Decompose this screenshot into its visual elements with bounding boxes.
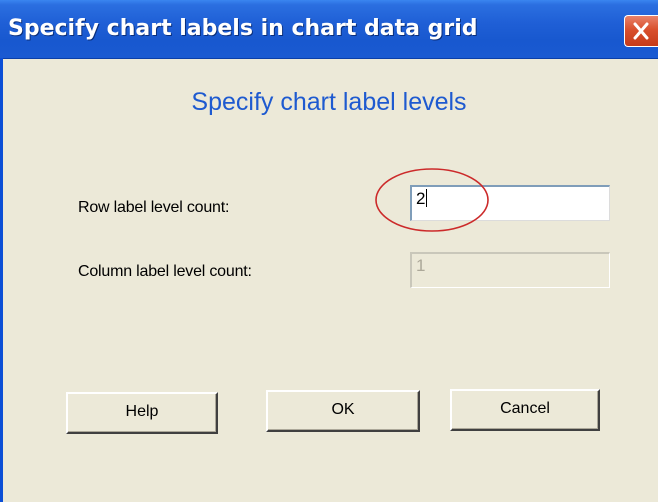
text-caret <box>426 189 428 207</box>
close-button[interactable] <box>624 15 658 47</box>
close-icon <box>633 22 649 40</box>
cancel-button[interactable]: Cancel <box>450 389 600 431</box>
window-title: Specify chart labels in chart data grid <box>8 16 478 41</box>
column-label-level-label: Column label level count: <box>78 263 252 280</box>
title-bar[interactable]: Specify chart labels in chart data grid <box>0 0 658 59</box>
column-label-level-input[interactable]: 1 <box>410 252 610 288</box>
help-button[interactable]: Help <box>66 392 218 434</box>
row-label-level-value: 2 <box>416 189 426 208</box>
dialog-window: Specify chart labels in chart data grid … <box>0 0 658 502</box>
dialog-heading: Specify chart label levels <box>191 88 467 116</box>
column-label-level-value: 1 <box>416 256 426 275</box>
row-label-level-input[interactable]: 2 <box>410 185 610 221</box>
ok-button[interactable]: OK <box>266 390 420 432</box>
row-label-level-label: Row label level count: <box>78 199 230 216</box>
window-border <box>0 58 3 502</box>
